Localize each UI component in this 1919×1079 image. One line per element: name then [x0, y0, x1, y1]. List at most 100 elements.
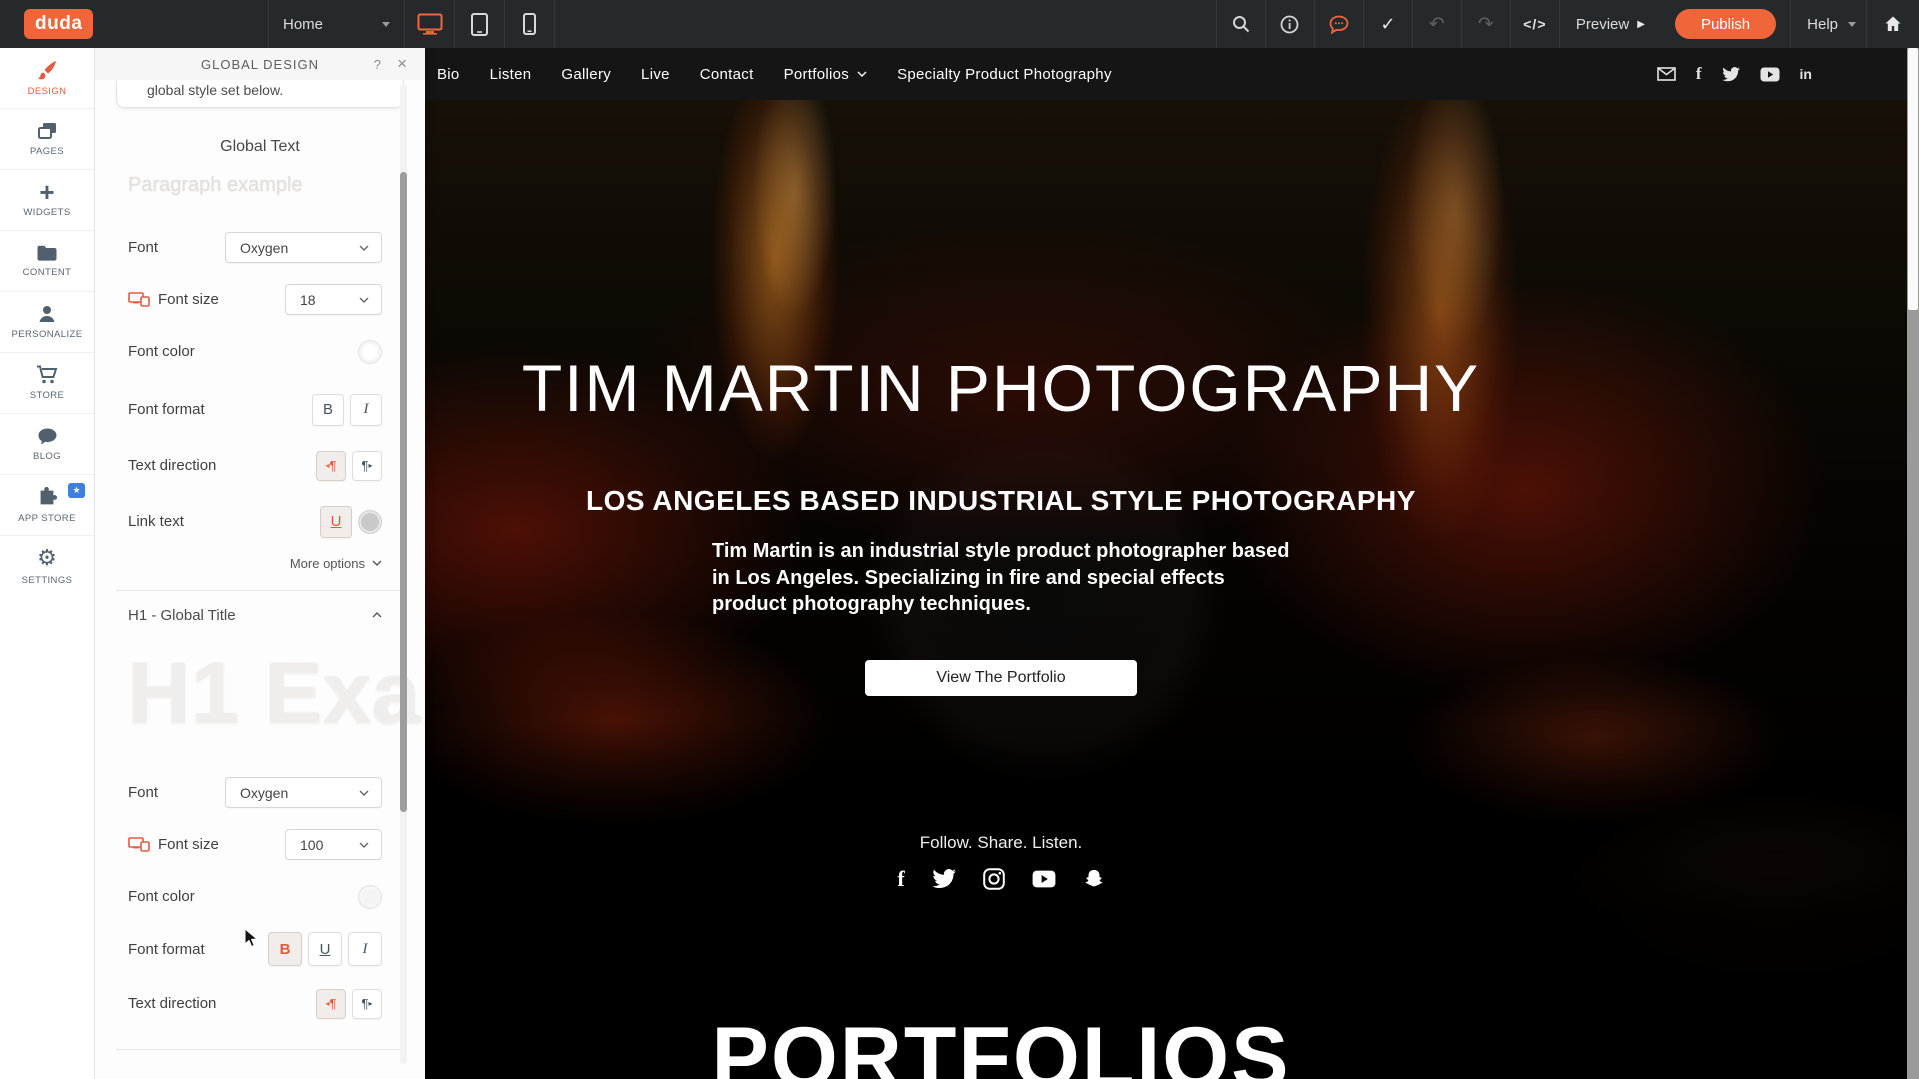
youtube-icon[interactable]	[1032, 870, 1056, 888]
site-nav-bio[interactable]: Bio	[437, 66, 460, 83]
page-selector[interactable]: Home	[269, 0, 404, 48]
sidebar-item-settings[interactable]: ⚙ SETTINGS	[0, 536, 94, 597]
link-color-swatch[interactable]	[358, 510, 382, 534]
preview-scrollbar[interactable]	[1907, 48, 1919, 1079]
link-text-label: Link text	[128, 513, 184, 530]
h1-font-size-value: 100	[300, 837, 323, 853]
dev-mode-button[interactable]: </>	[1511, 0, 1559, 48]
site-nav-contact[interactable]: Contact	[700, 66, 754, 83]
font-size-label: Font size	[158, 291, 219, 308]
h1-ltr-direction-button[interactable]: ◂¶	[316, 989, 346, 1019]
font-size-row: Font size 18	[128, 284, 382, 315]
bold-button[interactable]: B	[312, 394, 344, 426]
bold-icon: B	[323, 401, 333, 418]
underline-icon: U	[331, 513, 342, 530]
preview-scrollbar-thumb[interactable]	[1908, 48, 1918, 310]
app-store-new-badge: ★	[68, 483, 85, 498]
panel-scrollbar-thumb[interactable]	[400, 172, 407, 812]
twitter-icon[interactable]	[1722, 67, 1740, 82]
h1-italic-button[interactable]: I	[348, 932, 382, 966]
feedback-button[interactable]	[1315, 0, 1363, 48]
h1-section-header[interactable]: H1 - Global Title	[128, 605, 382, 625]
devices-icon	[128, 292, 150, 307]
youtube-icon[interactable]	[1760, 67, 1780, 82]
site-nav-listen[interactable]: Listen	[490, 66, 532, 83]
design-brush-icon	[35, 59, 59, 81]
hero-paragraph[interactable]: Tim Martin is an industrial style produc…	[712, 538, 1290, 618]
h1-font-size-dropdown[interactable]: 100	[285, 829, 382, 860]
help-menu[interactable]: Help	[1791, 0, 1866, 48]
site-nav-portfolios[interactable]: Portfolios	[784, 66, 868, 83]
font-dropdown[interactable]: Oxygen	[225, 232, 382, 263]
italic-button[interactable]: I	[350, 394, 382, 426]
italic-icon: I	[363, 941, 368, 958]
sidebar-item-blog[interactable]: BLOG	[0, 414, 94, 475]
site-nav-gallery[interactable]: Gallery	[561, 66, 611, 83]
text-direction-row: Text direction ◂¶ ¶▸	[128, 450, 382, 481]
check-icon: ✓	[1380, 14, 1395, 35]
search-button[interactable]	[1217, 0, 1265, 48]
duda-logo[interactable]: duda	[24, 9, 93, 39]
dashboard-home-button[interactable]	[1867, 0, 1919, 48]
h1-underline-button[interactable]: U	[308, 932, 342, 966]
h1-rtl-direction-button[interactable]: ¶▸	[352, 989, 382, 1019]
sidebar-item-personalize[interactable]: PERSONALIZE	[0, 292, 94, 353]
email-icon[interactable]	[1657, 67, 1676, 81]
h1-font-dropdown[interactable]: Oxygen	[225, 777, 382, 808]
more-options-label: More options	[290, 556, 365, 571]
chevron-down-icon	[372, 560, 382, 566]
chevron-up-icon	[372, 612, 382, 618]
home-icon	[1884, 15, 1902, 33]
desktop-view-button[interactable]	[405, 0, 454, 48]
font-color-swatch[interactable]	[358, 340, 382, 364]
sidebar-item-label: CONTENT	[23, 267, 72, 278]
twitter-icon[interactable]	[932, 869, 956, 889]
sidebar-item-label: PERSONALIZE	[12, 329, 83, 340]
info-icon	[1280, 15, 1299, 34]
site-nav-live[interactable]: Live	[641, 66, 670, 83]
sidebar-item-design[interactable]: DESIGN	[0, 48, 94, 109]
h1-bold-button[interactable]: B	[268, 932, 302, 966]
sidebar-item-content[interactable]: CONTENT	[0, 231, 94, 292]
redo-button[interactable]: ↷	[1462, 0, 1510, 48]
preview-button[interactable]: Preview ▶	[1560, 0, 1661, 48]
h1-section-title: H1 - Global Title	[128, 607, 236, 624]
sidebar-item-label: APP STORE	[18, 513, 76, 524]
instagram-icon[interactable]	[983, 868, 1005, 890]
save-check-button[interactable]: ✓	[1364, 0, 1412, 48]
snapchat-icon[interactable]	[1083, 868, 1105, 890]
chevron-down-icon	[359, 245, 369, 251]
panel-help-button[interactable]: ?	[374, 57, 381, 72]
redo-icon: ↷	[1478, 13, 1494, 35]
facebook-icon[interactable]: f	[1696, 64, 1702, 84]
publish-button[interactable]: Publish	[1675, 9, 1776, 39]
link-underline-button[interactable]: U	[320, 506, 352, 538]
blog-bubble-icon	[37, 427, 58, 446]
feedback-chat-icon	[1329, 15, 1349, 34]
editor-sidebar: DESIGN PAGES + WIDGETS CONTENT PERSONALI…	[0, 48, 95, 1079]
site-nav-specialty[interactable]: Specialty Product Photography	[897, 66, 1112, 83]
facebook-icon[interactable]: f	[897, 866, 904, 892]
tablet-view-button[interactable]	[455, 0, 504, 48]
h1-font-color-label: Font color	[128, 888, 195, 905]
font-size-dropdown[interactable]: 18	[285, 284, 382, 315]
sidebar-item-widgets[interactable]: + WIDGETS	[0, 170, 94, 231]
rtl-direction-button[interactable]: ¶▸	[352, 451, 382, 481]
h1-font-color-swatch[interactable]	[358, 885, 382, 909]
undo-button[interactable]: ↶	[1413, 0, 1461, 48]
panel-close-button[interactable]: ×	[397, 54, 407, 74]
sidebar-item-store[interactable]: STORE	[0, 353, 94, 414]
panel-scrollbar[interactable]	[400, 84, 407, 1064]
info-button[interactable]	[1266, 0, 1314, 48]
sidebar-item-label: BLOG	[33, 451, 61, 462]
more-options-link[interactable]: More options	[95, 555, 382, 571]
linkedin-icon[interactable]: in	[1800, 66, 1812, 82]
mobile-view-button[interactable]	[505, 0, 554, 48]
sidebar-item-pages[interactable]: PAGES	[0, 109, 94, 170]
paragraph-example-preview: Paragraph example	[128, 174, 425, 198]
sidebar-item-label: PAGES	[30, 146, 64, 157]
view-portfolio-button[interactable]: View The Portfolio	[865, 660, 1137, 696]
search-icon	[1232, 15, 1250, 33]
ltr-direction-button[interactable]: ◂¶	[316, 451, 346, 481]
sidebar-item-app-store[interactable]: ★ APP STORE	[0, 475, 94, 536]
